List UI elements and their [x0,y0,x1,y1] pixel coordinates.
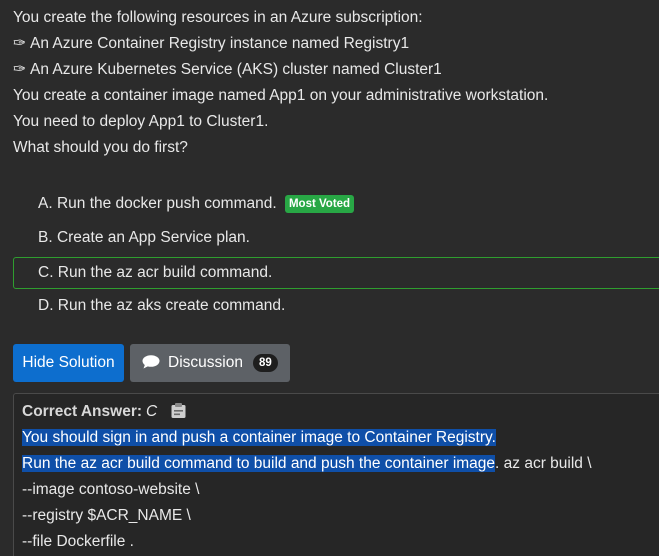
pointing-hand-icon: ✑ [13,35,26,52]
choice-text: D. Run the az aks create command. [38,297,286,314]
highlighted-text: Run the az acr build command to build an… [22,455,496,472]
question-intro: You create the following resources in an… [13,9,423,26]
chat-bubble-icon [142,355,160,369]
correct-answer-letter: C [146,403,158,420]
most-voted-badge: Most Voted [284,195,355,213]
answer-line: You should sign in and push a container … [22,427,496,449]
choice-b[interactable]: B. Create an App Service plan. [13,222,659,254]
question-item-text: An Azure Kubernetes Service (AKS) cluste… [30,61,442,78]
answer-panel: Correct Answer: C You should sign in and … [13,393,659,556]
answer-line: --file Dockerfile . [22,533,134,550]
choice-text: A. Run the docker push command. [38,195,277,212]
discussion-button[interactable]: Discussion 89 [130,344,290,382]
question-item-2: ✑ An Azure Kubernetes Service (AKS) clust… [13,60,442,80]
choice-text: C. Run the az acr build command. [38,264,273,281]
hide-solution-button[interactable]: Hide Solution [13,344,124,382]
discussion-count-badge: 89 [252,354,278,372]
question-prompt: What should you do first? [13,139,188,156]
choice-c[interactable]: C. Run the az acr build command. [13,257,659,289]
correct-answer-label: Correct Answer: [22,403,143,420]
question-item-text: An Azure Container Registry instance nam… [30,35,410,52]
question-item-1: ✑ An Azure Container Registry instance na… [13,34,409,54]
answer-text: . az acr build \ [495,455,592,472]
answer-header: Correct Answer: C [22,401,187,423]
highlighted-text: You should sign in and push a container … [22,429,496,446]
pointing-hand-icon: ✑ [13,61,26,78]
choice-d[interactable]: D. Run the az aks create command. [13,290,659,322]
answer-line: Run the az acr build command to build an… [22,453,592,475]
question-page: You create the following resources in an… [0,0,659,556]
choice-a[interactable]: A. Run the docker push command. Most Vot… [13,188,659,220]
choice-text: B. Create an App Service plan. [38,229,250,246]
question-line: You need to deploy App1 to Cluster1. [13,113,269,130]
answer-line: --registry $ACR_NAME \ [22,507,191,524]
clipboard-icon [171,403,186,418]
discussion-label: Discussion [168,354,243,371]
question-line: You create a container image named App1 … [13,87,549,104]
answer-line: --image contoso-website \ [22,481,200,498]
